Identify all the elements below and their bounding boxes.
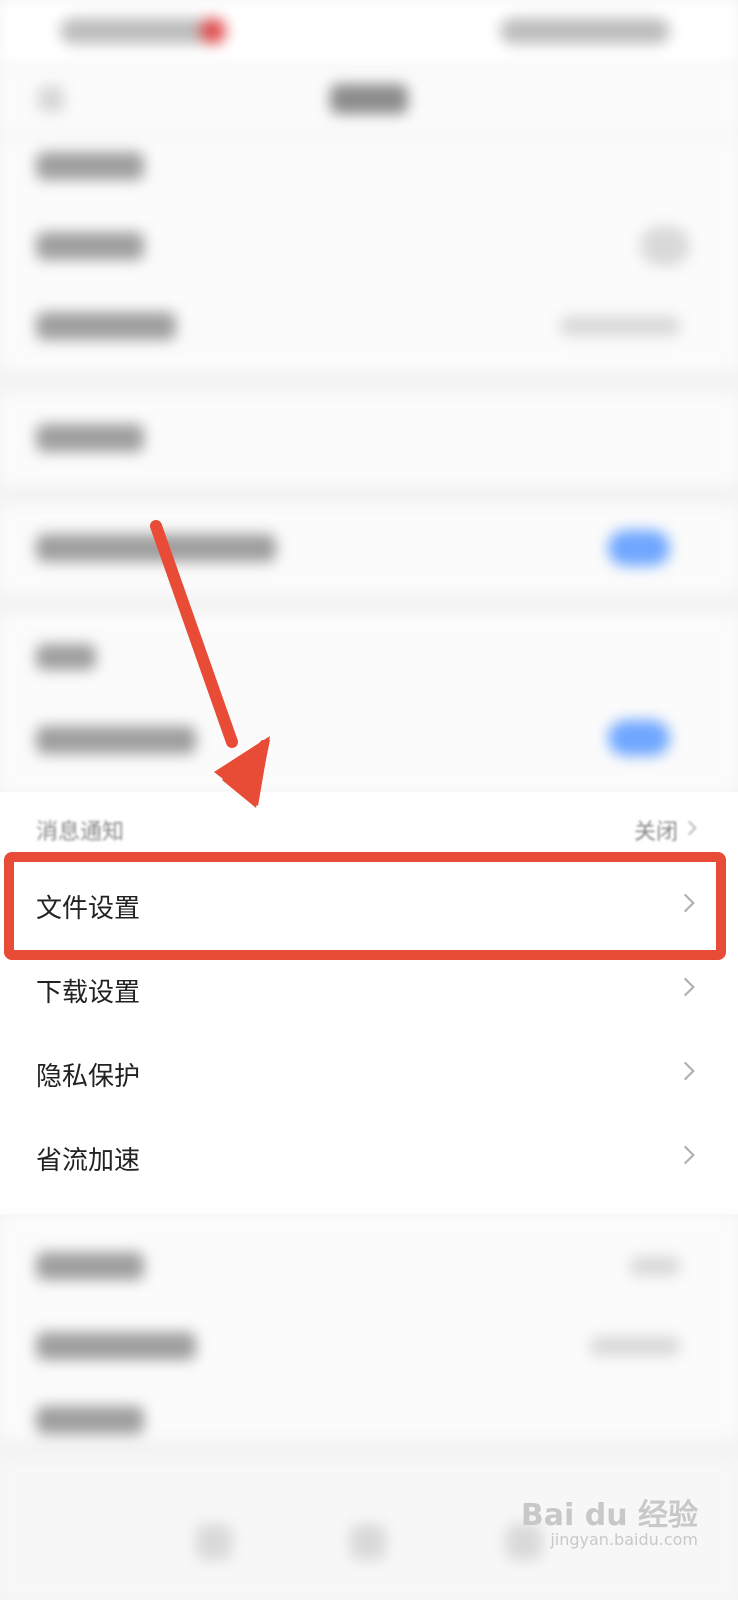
settings-screen: 消息通知 关闭 文件设置 下载设置 隐私保护 省流加速 Bai du 经验 ji… — [0, 0, 738, 1600]
red-arrow-annotation — [150, 520, 270, 808]
